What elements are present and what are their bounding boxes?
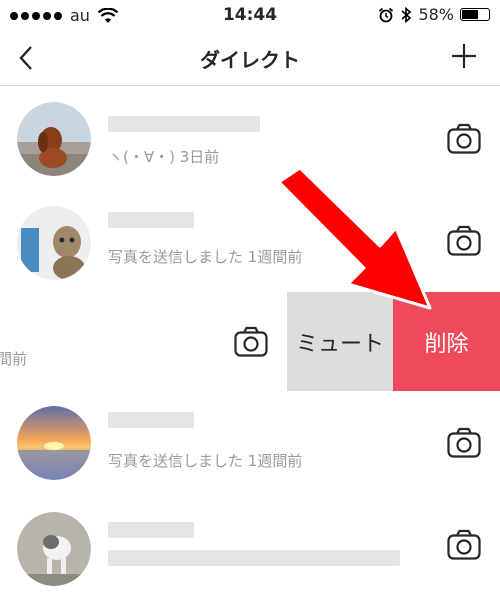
camera-icon[interactable] — [233, 324, 269, 360]
message-preview-redacted — [108, 550, 400, 566]
camera-icon[interactable] — [446, 425, 482, 461]
avatar — [17, 512, 91, 586]
sender-name-redacted — [108, 412, 194, 428]
thread-subtitle: ヽ(・∀・) 3日前 — [108, 148, 220, 166]
alarm-icon — [379, 7, 394, 22]
thread-subtitle: 写真を送信しました 1週間前 — [108, 452, 303, 470]
camera-icon[interactable] — [446, 121, 482, 157]
avatar — [17, 206, 91, 280]
battery-icon — [460, 8, 490, 21]
thread-subtitle: 週間前 — [0, 350, 28, 368]
avatar — [17, 102, 91, 176]
camera-icon[interactable] — [446, 223, 482, 259]
sender-name-redacted — [108, 522, 194, 538]
camera-icon[interactable] — [446, 527, 482, 563]
sender-name-redacted — [108, 116, 260, 132]
avatar — [17, 406, 91, 480]
bluetooth-icon — [401, 6, 412, 23]
thread-row[interactable]: 写真を送信しました 1週間前 — [0, 396, 500, 506]
battery-percent: 58% — [418, 5, 454, 24]
status-right: 58% — [378, 5, 490, 24]
status-bar: au 14:44 58% — [0, 0, 500, 30]
thread-row[interactable] — [0, 502, 500, 612]
sender-name-redacted — [108, 212, 194, 228]
annotation-arrow-icon — [277, 166, 432, 310]
nav-bar: ダイレクト — [0, 30, 500, 86]
plus-icon[interactable] — [450, 42, 478, 70]
page-title: ダイレクト — [200, 48, 300, 72]
